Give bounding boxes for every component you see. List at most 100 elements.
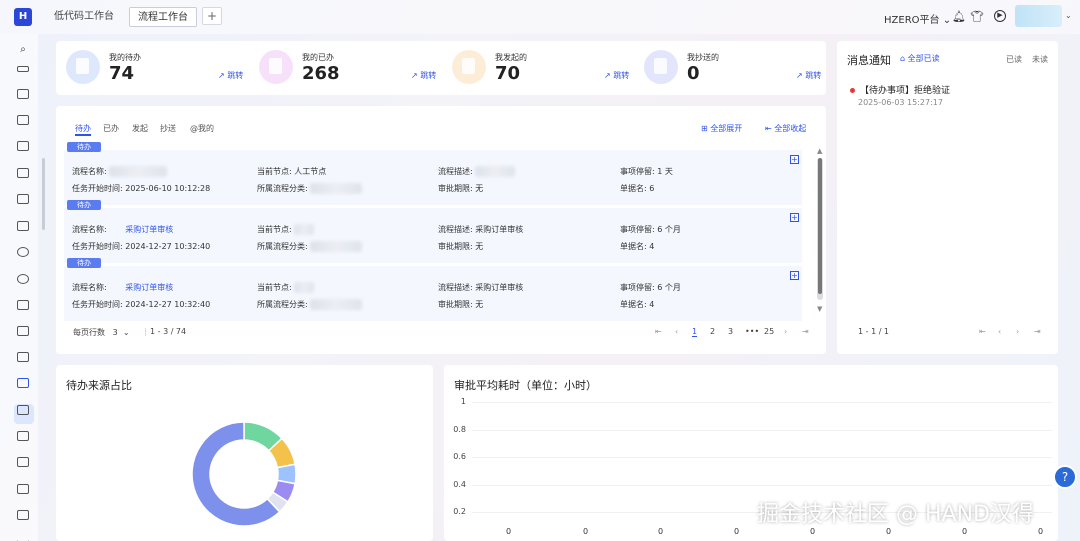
menu-icon[interactable] — [17, 168, 29, 178]
page-button[interactable]: 2 — [710, 327, 715, 336]
prev-page-icon[interactable]: ‹ — [675, 327, 678, 336]
folder-icon[interactable] — [17, 352, 29, 362]
task-desc-field: 流程描述: 采购订单审核 — [438, 224, 523, 235]
message-text: 【待办事项】拒绝验证 — [860, 86, 951, 96]
filter-tab[interactable]: 待办 — [75, 123, 91, 134]
task-desc: 采购订单审核 — [475, 283, 524, 292]
watermark: 掘金技术社区 @ HAND汉得 — [757, 502, 1034, 527]
expand-row-icon[interactable]: + — [790, 213, 799, 222]
message-icon[interactable] — [17, 457, 29, 467]
last-page-icon[interactable]: ⇥ — [1034, 327, 1041, 336]
task-deadline: 无 — [475, 184, 484, 193]
tab-lowcode[interactable]: 低代码工作台 — [46, 7, 122, 27]
chart-icon[interactable] — [17, 484, 29, 494]
task-desc-field: 流程描述: 采购订单审核 — [438, 282, 523, 293]
page-button[interactable]: 3 — [728, 327, 733, 336]
add-tab-button[interactable]: + — [202, 7, 222, 25]
tab-workflow[interactable]: 流程工作台 — [129, 7, 197, 27]
calendar-icon[interactable] — [17, 194, 29, 204]
jump-link[interactable]: ↗ 跳转 — [218, 70, 243, 81]
collapse-menu-icon[interactable] — [17, 532, 29, 541]
filter-tab[interactable]: 已办 — [103, 123, 119, 134]
filter-tab[interactable]: @我的 — [190, 123, 214, 134]
calendar-icon[interactable] — [17, 326, 29, 336]
folder-icon[interactable] — [17, 405, 29, 415]
shirt-icon[interactable]: 👕︎ — [970, 10, 984, 24]
image-icon[interactable] — [17, 510, 29, 520]
page-button[interactable]: 25 — [764, 327, 774, 336]
expand-row-icon[interactable]: + — [790, 155, 799, 164]
task-row[interactable] — [64, 266, 802, 321]
task-stay: 1 天 — [657, 167, 673, 176]
stat-item: 我发起的 70 ↗ 跳转 — [452, 50, 642, 90]
scroll-down-icon[interactable]: ▼ — [817, 305, 822, 313]
page-button[interactable]: 1 — [692, 327, 698, 337]
bar-chart-title: 审批平均耗时（单位：小时） — [454, 379, 597, 392]
task-name[interactable]: 采购订单审核 — [125, 283, 173, 292]
collapse-all-button[interactable]: ⇤ 全部收起 — [765, 123, 806, 134]
prev-page-icon[interactable]: ‹ — [998, 327, 1001, 336]
task-name[interactable]: 采购订单审核 — [125, 225, 173, 234]
expand-all-button[interactable]: ⊞ 全部展开 — [701, 123, 742, 134]
stat-label: 我的待办 — [109, 53, 141, 62]
stat-item: 我的待办 74 ↗ 跳转 — [66, 50, 256, 90]
stat-value: 70 — [495, 63, 521, 84]
menu-icon[interactable] — [17, 66, 29, 72]
first-page-icon[interactable]: ⇤ — [655, 327, 662, 336]
stat-icon — [259, 50, 293, 84]
active-tab-underline — [75, 134, 91, 136]
calendar-icon[interactable] — [17, 300, 29, 310]
settings-icon[interactable] — [17, 274, 29, 284]
last-page-icon[interactable]: ⇥ — [802, 327, 809, 336]
menu-icon[interactable] — [17, 141, 29, 151]
task-node-field: 当前节点: — [257, 224, 315, 235]
task-row[interactable] — [64, 208, 802, 263]
task-row[interactable] — [64, 150, 802, 205]
chevron-down-icon[interactable]: ⌄ — [1065, 11, 1072, 20]
first-page-icon[interactable]: ⇤ — [979, 327, 986, 336]
message-item[interactable]: 【待办事项】拒绝验证 — [850, 83, 950, 96]
play-icon[interactable]: ▶ — [994, 10, 1006, 22]
stat-label: 我发起的 — [495, 53, 527, 62]
y-tick-label: 1 — [460, 397, 466, 406]
field-label: 单据名: — [620, 184, 647, 193]
page-button[interactable]: ••• — [745, 327, 759, 336]
next-page-icon[interactable]: › — [784, 327, 787, 336]
next-page-icon[interactable]: › — [1016, 327, 1019, 336]
field-label: 任务开始时间: — [72, 300, 123, 309]
menu-icon[interactable] — [17, 89, 29, 99]
task-name-field: 流程名称: 采购订单审核 — [72, 224, 173, 235]
search-icon[interactable]: ⌕ — [17, 45, 29, 55]
app-logo[interactable]: H — [14, 8, 32, 26]
org-chart-icon[interactable] — [17, 247, 29, 257]
jump-link[interactable]: ↗ 跳转 — [796, 70, 821, 81]
task-doc-name: 4 — [649, 300, 655, 309]
jump-link[interactable]: ↗ 跳转 — [604, 70, 629, 81]
filter-read[interactable]: 已读 — [1006, 54, 1022, 65]
page-size-selector[interactable]: 每页行数 3 ⌄ — [73, 327, 130, 338]
filter-tab[interactable]: 抄送 — [160, 123, 176, 134]
help-button[interactable]: ? — [1053, 465, 1077, 489]
task-start-time-field: 任务开始时间: 2025-06-10 10:12:28 — [72, 183, 210, 194]
task-scrollbar-thumb[interactable] — [818, 158, 822, 294]
menu-icon[interactable] — [17, 115, 29, 125]
platform-switcher[interactable]: HZERO平台 ⌄ — [884, 11, 951, 26]
mark-all-read-button[interactable]: ⌂ 全部已读 — [900, 53, 940, 64]
expand-row-icon[interactable]: + — [790, 271, 799, 280]
stat-label: 我抄送的 — [687, 53, 719, 62]
workflow-icon[interactable] — [17, 378, 29, 388]
avatar[interactable] — [1015, 5, 1062, 27]
filter-tab[interactable]: 发起 — [132, 123, 148, 134]
menu-icon[interactable] — [17, 221, 29, 231]
expand-icon: ⊞ — [701, 124, 708, 133]
scroll-up-icon[interactable]: ▲ — [817, 147, 822, 155]
status-badge: 待办 — [67, 142, 101, 152]
document-icon[interactable] — [17, 431, 29, 441]
bell-icon[interactable]: 🔔︎ — [952, 10, 966, 24]
collapse-icon: ⇤ — [765, 124, 772, 133]
bar-data-label: 0 — [658, 527, 664, 536]
filter-unread[interactable]: 未读 — [1032, 54, 1048, 65]
sidebar-scrollbar[interactable] — [42, 158, 45, 230]
jump-link[interactable]: ↗ 跳转 — [411, 70, 436, 81]
stat-value: 74 — [109, 63, 135, 84]
